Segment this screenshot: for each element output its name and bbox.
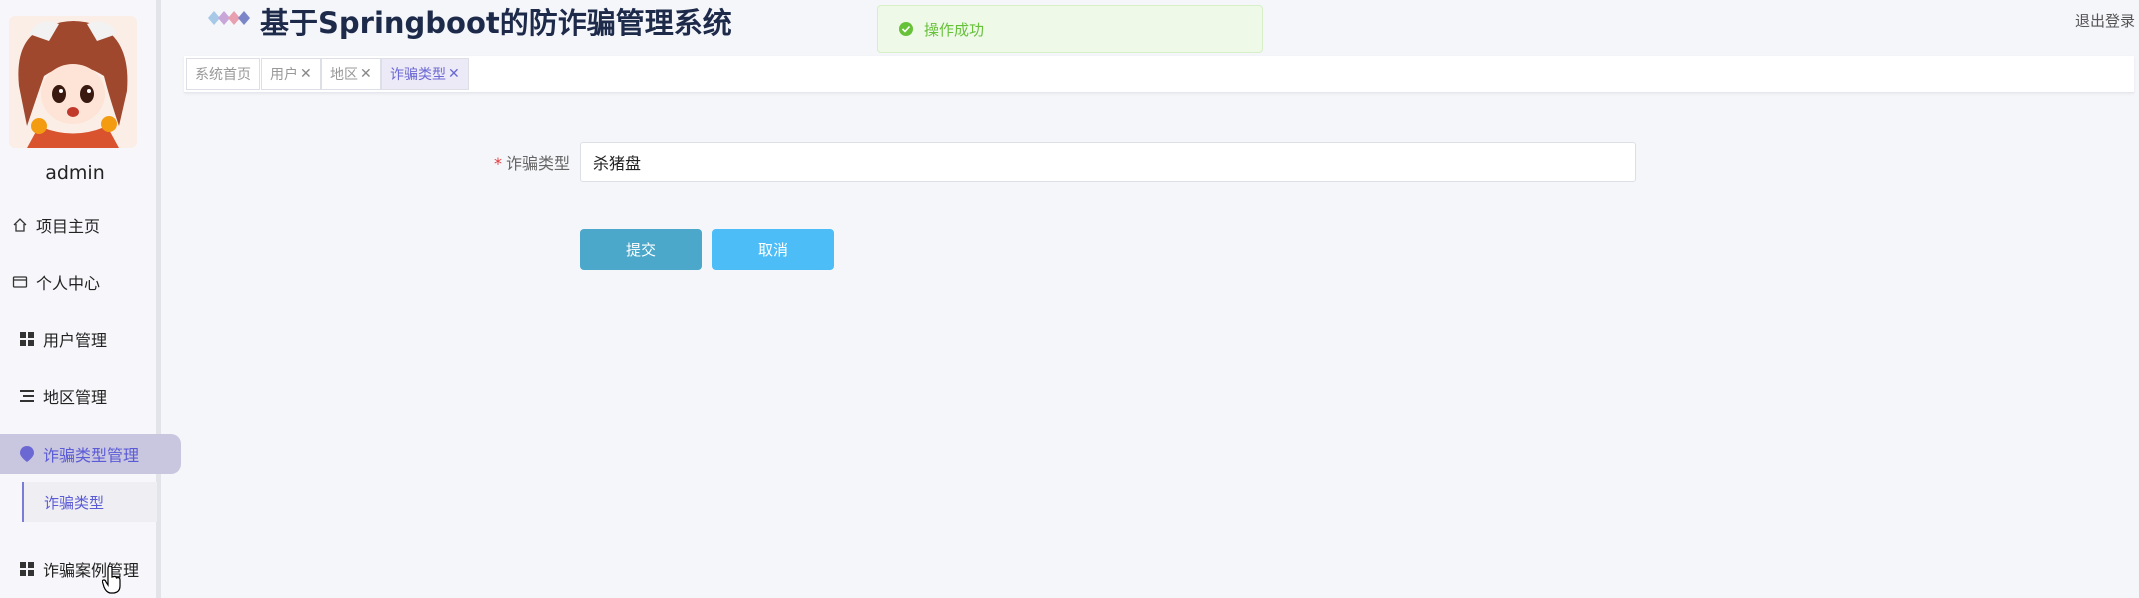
submenu-item-label: 诈骗类型	[44, 493, 105, 512]
page-title: 基于Springboot的防诈骗管理系统	[260, 6, 732, 40]
tab-fraud-type[interactable]: 诈骗类型 ✕	[381, 58, 469, 90]
sidebar-item-label: 项目主页	[36, 217, 101, 236]
sidebar-item-label: 诈骗案例管理	[43, 561, 140, 580]
wallet-icon	[10, 272, 30, 292]
tab-bar: 系统首页 用户 ✕ 地区 ✕ 诈骗类型 ✕	[184, 56, 2134, 93]
location-pin-icon	[17, 444, 37, 464]
tab-label: 地区	[330, 67, 358, 83]
required-mark: *	[493, 154, 502, 173]
close-icon[interactable]: ✕	[360, 66, 372, 82]
fraud-type-input[interactable]: 杀猪盘	[580, 142, 1636, 182]
close-icon[interactable]: ✕	[448, 66, 460, 82]
hand-cursor-icon	[101, 565, 122, 594]
logout-link[interactable]: 退出登录	[2075, 10, 2135, 31]
home-icon	[10, 215, 30, 235]
grid-icon	[17, 559, 37, 579]
success-check-icon	[898, 21, 914, 37]
tab-label: 用户	[270, 67, 298, 83]
sidebar-item-region-management[interactable]: 地区管理	[0, 376, 178, 416]
sidebar-item-label: 用户管理	[43, 331, 108, 350]
sidebar: admin 项目主页 个人中心 用户管理 地区管理 诈骗类型管理 诈骗类型 诈骗…	[0, 0, 181, 598]
toast-message: 操作成功	[924, 20, 985, 39]
sidebar-item-fraud-case-management[interactable]: 诈骗案例管理	[0, 549, 178, 589]
submenu-item-fraud-type[interactable]: 诈骗类型	[22, 482, 157, 522]
sidebar-item-label: 地区管理	[43, 388, 108, 407]
logo-icon	[206, 6, 252, 30]
fraud-type-label: * 诈骗类型	[470, 150, 570, 174]
tab-home[interactable]: 系统首页	[186, 58, 260, 90]
tab-region[interactable]: 地区 ✕	[321, 58, 381, 90]
input-value: 杀猪盘	[593, 154, 642, 173]
tab-user[interactable]: 用户 ✕	[261, 58, 321, 90]
sidebar-item-label: 诈骗类型管理	[43, 446, 140, 465]
sidebar-item-home[interactable]: 项目主页	[0, 205, 171, 245]
close-icon[interactable]: ✕	[300, 66, 312, 82]
list-icon	[17, 386, 37, 406]
sidebar-item-fraud-type-management[interactable]: 诈骗类型管理	[0, 434, 181, 474]
success-toast: 操作成功	[877, 5, 1263, 53]
cancel-button[interactable]: 取消	[712, 229, 834, 270]
username: admin	[45, 162, 105, 184]
field-label-text: 诈骗类型	[505, 154, 570, 173]
tab-label: 诈骗类型	[390, 67, 446, 83]
submit-button[interactable]: 提交	[580, 229, 702, 270]
avatar	[9, 16, 137, 148]
tab-label: 系统首页	[195, 67, 251, 83]
sidebar-item-label: 个人中心	[36, 274, 101, 293]
grid-icon	[17, 329, 37, 349]
sidebar-item-user-management[interactable]: 用户管理	[0, 319, 178, 359]
sidebar-item-personal-center[interactable]: 个人中心	[0, 262, 171, 302]
